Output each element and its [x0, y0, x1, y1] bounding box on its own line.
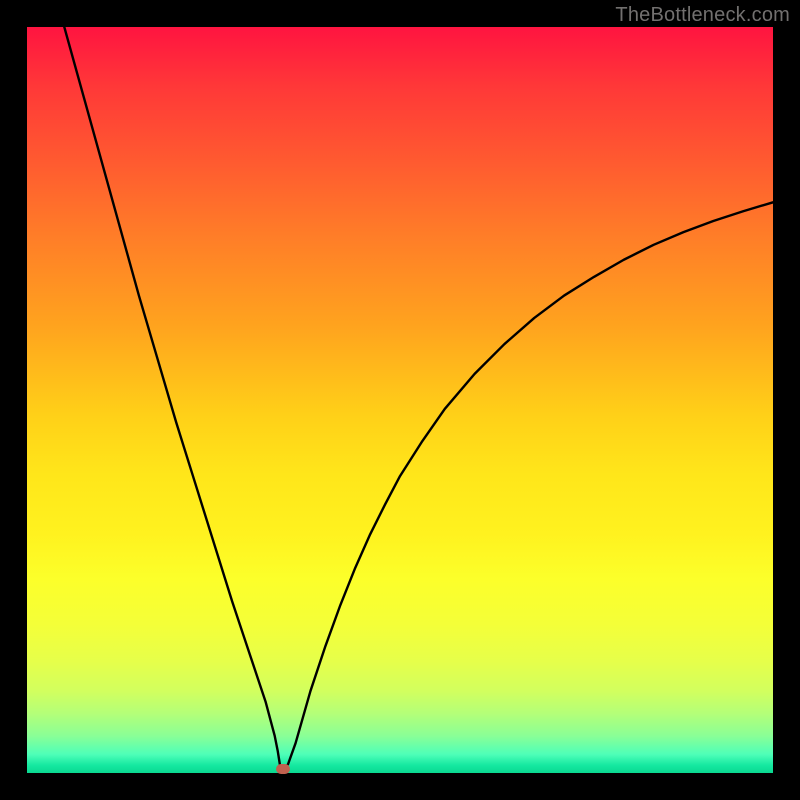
chart-frame: TheBottleneck.com: [0, 0, 800, 800]
watermark-text: TheBottleneck.com: [615, 4, 790, 27]
optimal-point-marker: [276, 764, 290, 774]
plot-area: [27, 27, 773, 773]
bottleneck-curve: [27, 27, 773, 773]
